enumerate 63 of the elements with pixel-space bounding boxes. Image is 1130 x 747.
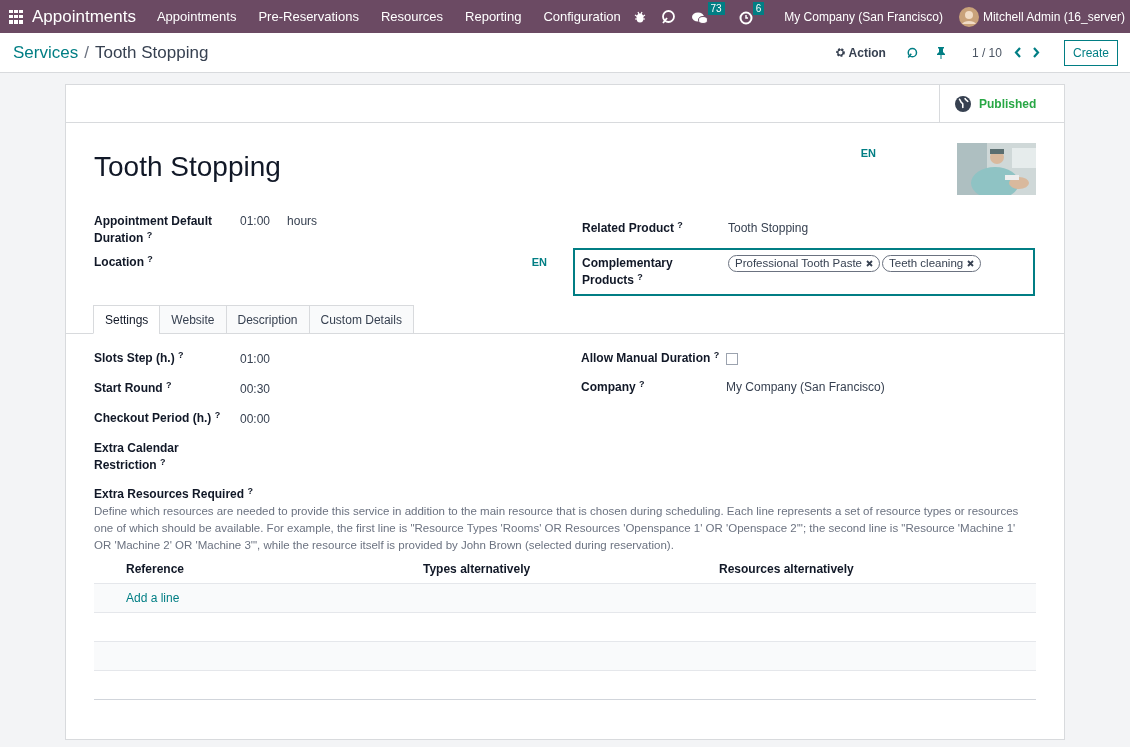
checkbox[interactable] [726, 352, 738, 365]
refresh-icon[interactable] [659, 8, 676, 25]
tab[interactable]: Description [225, 305, 310, 334]
column-header[interactable]: Resources alternatively [719, 559, 1036, 578]
field-label: Appointment Default Duration $^{?}$ [94, 213, 213, 247]
add-line-link[interactable]: Add a line [126, 589, 180, 607]
apps-menu-icon[interactable] [9, 9, 23, 24]
field-label: Start Round $^{?}$ [94, 380, 173, 397]
breadcrumb-separator: / [84, 41, 89, 64]
company-switcher[interactable]: My Company (San Francisco) [784, 7, 943, 26]
field-value[interactable]: 00:00 [240, 411, 271, 428]
field-label: Extra Calendar Restriction $^{?}$ [94, 440, 180, 474]
activity-count-badge[interactable]: 6 [752, 2, 765, 15]
previous-icon[interactable] [1013, 47, 1022, 58]
field-label: Checkout Period (h.) $^{?}$ [94, 410, 222, 427]
tag-label: Professional Tooth Paste [735, 255, 862, 271]
field-label: Company $^{?}$ [581, 379, 646, 396]
tag-label: Teeth cleaning [889, 255, 964, 271]
discard-icon[interactable] [905, 46, 918, 59]
menu-item[interactable]: Pre-Reservations [247, 6, 370, 27]
tab[interactable]: Website [159, 305, 227, 334]
pin-icon[interactable] [935, 46, 946, 59]
record-title: Tooth Stopping [94, 150, 282, 184]
unit-label: hours [287, 213, 318, 230]
remove-icon[interactable] [866, 260, 873, 267]
field-value[interactable]: 00:30 [240, 381, 271, 398]
language-button[interactable]: EN [531, 254, 547, 271]
menu-item[interactable]: Configuration [532, 6, 632, 27]
field-value[interactable]: My Company (San Francisco) [726, 379, 885, 396]
debug-icon[interactable] [633, 10, 646, 23]
chat-icon[interactable] [691, 11, 708, 25]
field-label: Allow Manual Duration $^{?}$ [581, 350, 721, 367]
breadcrumb-link[interactable]: Services [13, 39, 79, 66]
clock-icon[interactable] [738, 11, 753, 25]
menu-item[interactable]: Appointments [145, 6, 248, 27]
field-value[interactable]: 01:00 [240, 351, 271, 368]
column-header[interactable]: Types alternatively [423, 559, 719, 578]
app-name[interactable]: Appointments [32, 3, 136, 30]
field-value[interactable]: Tooth Stopping [728, 220, 809, 237]
language-button[interactable]: EN [860, 145, 876, 213]
menu-item[interactable]: Reporting [454, 6, 533, 27]
field-label: Related Product $^{?}$ [582, 220, 684, 237]
field-label: Extra Resources Required $^{?}$ [94, 486, 254, 503]
pager-value[interactable]: 1 / 10 [971, 43, 1002, 62]
field-label: Location $^{?}$ [94, 254, 154, 271]
menu-item[interactable]: Resources [369, 6, 455, 27]
field-value[interactable]: 01:00 [240, 213, 271, 247]
avatar[interactable] [958, 6, 979, 27]
column-header[interactable]: Reference [94, 559, 423, 578]
next-icon[interactable] [1031, 47, 1040, 58]
globe-icon [955, 95, 971, 112]
field-label: Complementary Products $^{?}$ [582, 255, 674, 289]
user-menu[interactable]: Mitchell Admin (16_server) [982, 7, 1125, 26]
breadcrumb-current: Tooth Stopping [94, 41, 209, 64]
action-button[interactable]: Action [834, 43, 886, 62]
create-button[interactable]: Create [1063, 39, 1118, 66]
remove-icon[interactable] [967, 260, 975, 267]
gear-icon [834, 47, 846, 58]
tab[interactable]: Custom Details [308, 305, 414, 334]
message-count-badge[interactable]: 73 [707, 2, 725, 15]
field-label: Slots Step (h.) $^{?}$ [94, 350, 185, 367]
help-text: Define which resources are needed to provide this service in addition to the main resource that is chosen during scheduling. Each line represents a set of resource types or resources one of which should be available. For example, the first line is "Resource Types 'Rooms' OR Resources 'Openspance 1' OR 'Openspace 2'"; the second line is "Resource 'Machine 1' OR 'Machine 2' OR 'Machine 3'", while the resource itself is provided by John Brown (selected during reservation). [94, 504, 1020, 553]
tab[interactable]: Settings [93, 305, 161, 334]
